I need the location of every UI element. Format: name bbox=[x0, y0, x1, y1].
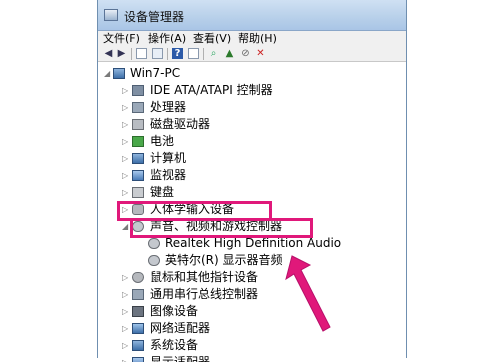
pointer-arrow-annotation bbox=[285, 255, 331, 332]
